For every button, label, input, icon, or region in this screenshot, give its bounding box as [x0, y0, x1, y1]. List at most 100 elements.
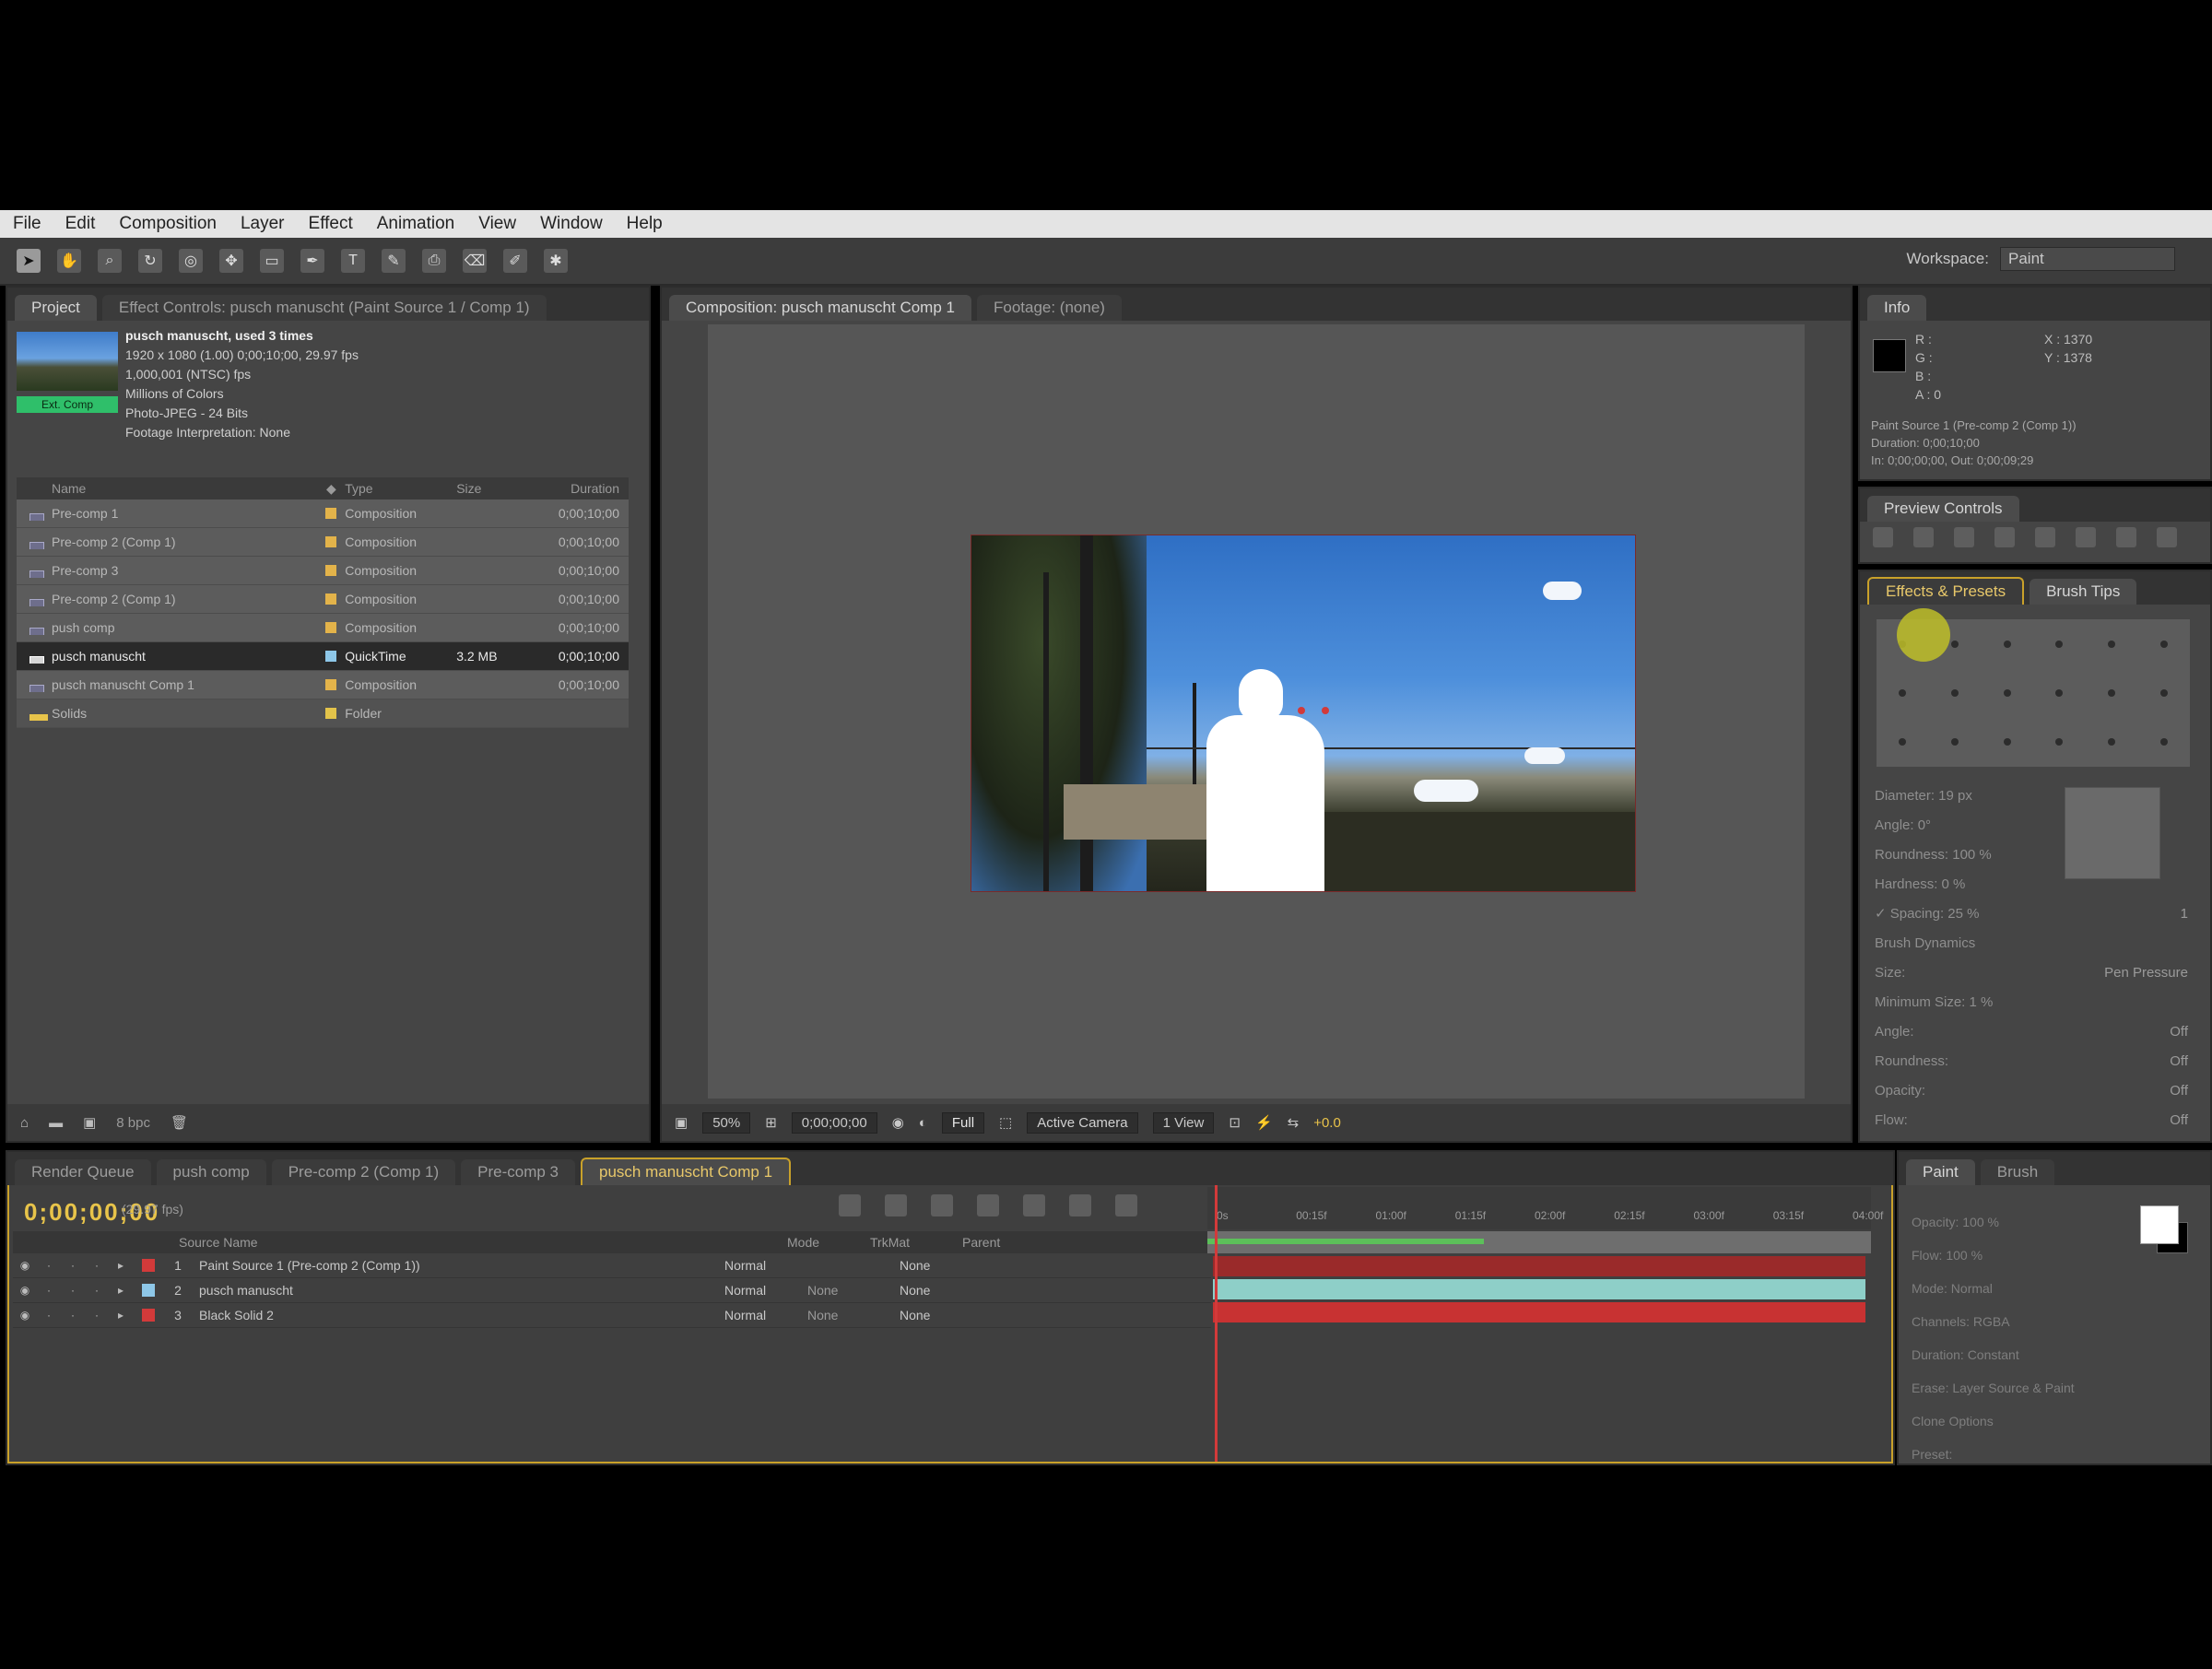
- tab-info[interactable]: Info: [1867, 295, 1927, 321]
- layer-mode[interactable]: Normal: [724, 1283, 807, 1298]
- col-label[interactable]: ◆: [317, 481, 345, 497]
- pan-behind-tool-icon[interactable]: ✥: [219, 249, 243, 273]
- tab-preview[interactable]: Preview Controls: [1867, 496, 2019, 522]
- solo-toggle-icon[interactable]: ·: [61, 1309, 85, 1322]
- view-layout-dropdown[interactable]: 1 View: [1152, 1111, 1215, 1134]
- shy-layers-icon[interactable]: [931, 1194, 953, 1216]
- brush-tip[interactable]: [1981, 718, 2033, 767]
- rectangle-tool-icon[interactable]: ▭: [260, 249, 284, 273]
- paint-property[interactable]: Mode: Normal: [1912, 1272, 2075, 1305]
- label-color[interactable]: [317, 708, 345, 719]
- brush-property[interactable]: Minimum Size: 1 %: [1875, 988, 2188, 1017]
- tab-effects-presets[interactable]: Effects & Presets: [1867, 577, 2025, 605]
- project-item-row[interactable]: pusch manuscht QuickTime 3.2 MB 0;00;10;00: [17, 642, 629, 671]
- loop-icon[interactable]: [2116, 527, 2136, 547]
- camera-tool-icon[interactable]: ◎: [179, 249, 203, 273]
- exposure-value[interactable]: +0.0: [1313, 1115, 1341, 1131]
- brush-property[interactable]: Roundness: 100 %: [1875, 840, 2188, 870]
- anchor-point[interactable]: [1298, 707, 1305, 714]
- layer-name[interactable]: pusch manuscht: [192, 1283, 531, 1298]
- brush-tip[interactable]: [1877, 718, 1929, 767]
- play-icon[interactable]: [1954, 527, 1974, 547]
- paint-property[interactable]: Channels: RGBA: [1912, 1305, 2075, 1338]
- current-time-indicator[interactable]: [1215, 1185, 1218, 1462]
- menu-animation[interactable]: Animation: [377, 214, 455, 234]
- brush-property[interactable]: Angle: 0°: [1875, 811, 2188, 840]
- col-mode[interactable]: Mode: [787, 1235, 870, 1250]
- label-color[interactable]: [317, 565, 345, 576]
- timeline-layer[interactable]: ◉ · · · ▸ 1 Paint Source 1 (Pre-comp 2 (Comp 1…: [13, 1253, 1211, 1278]
- rotate-tool-icon[interactable]: ↻: [138, 249, 162, 273]
- tab-brush-tips[interactable]: Brush Tips: [2030, 579, 2137, 605]
- tab-timeline[interactable]: Render Queue: [15, 1159, 151, 1185]
- brush-tip[interactable]: [1981, 668, 2033, 717]
- new-composition-icon[interactable]: ▣: [83, 1114, 96, 1131]
- composition-viewer[interactable]: [708, 324, 1805, 1099]
- tab-brush[interactable]: Brush: [1980, 1159, 2055, 1185]
- magnification-dropdown[interactable]: 50%: [702, 1111, 751, 1134]
- brush-tip[interactable]: [2137, 619, 2190, 668]
- paint-property[interactable]: Flow: 100 %: [1912, 1239, 2075, 1272]
- layer-name[interactable]: Paint Source 1 (Pre-comp 2 (Comp 1)): [192, 1258, 531, 1273]
- tab-timeline[interactable]: Pre-comp 2 (Comp 1): [271, 1159, 456, 1185]
- layer-parent[interactable]: None: [900, 1258, 1019, 1273]
- layer-parent[interactable]: None: [900, 1283, 1019, 1298]
- visibility-eye-icon[interactable]: ◉: [13, 1309, 37, 1322]
- tab-effect-controls[interactable]: Effect Controls: pusch manuscht (Paint S…: [101, 295, 547, 321]
- menu-layer[interactable]: Layer: [241, 214, 285, 234]
- menu-edit[interactable]: Edit: [65, 214, 96, 234]
- layer-duration-bar[interactable]: [1213, 1302, 1865, 1322]
- layer-trkmat[interactable]: None: [807, 1308, 900, 1322]
- brush-property[interactable]: Angle: Off: [1875, 1017, 2188, 1047]
- tab-paint[interactable]: Paint: [1906, 1159, 1975, 1185]
- roto-brush-tool-icon[interactable]: ✐: [503, 249, 527, 273]
- toggle-pixel-aspect-icon[interactable]: ⊡: [1229, 1114, 1241, 1131]
- lock-toggle-icon[interactable]: ·: [85, 1259, 109, 1272]
- col-type[interactable]: Type: [345, 481, 456, 496]
- menu-composition[interactable]: Composition: [119, 214, 217, 234]
- timeline-layer[interactable]: ◉ · · · ▸ 2 pusch manuscht Normal None None: [13, 1278, 1211, 1303]
- brush-tip[interactable]: [1929, 668, 1982, 717]
- tab-project[interactable]: Project: [15, 295, 97, 321]
- frame-blending-icon[interactable]: [977, 1194, 999, 1216]
- brush-property[interactable]: Opacity: Off: [1875, 1076, 2188, 1106]
- new-folder-icon[interactable]: ▬: [49, 1115, 63, 1131]
- layer-trkmat[interactable]: None: [807, 1283, 900, 1298]
- audio-icon[interactable]: [2076, 527, 2096, 547]
- label-color[interactable]: [317, 622, 345, 633]
- brainstorm-icon[interactable]: [1069, 1194, 1091, 1216]
- audio-toggle-icon[interactable]: ·: [37, 1259, 61, 1272]
- layer-name[interactable]: Black Solid 2: [192, 1308, 531, 1322]
- graph-editor-icon[interactable]: [1115, 1194, 1137, 1216]
- brush-property[interactable]: Flow: Off: [1875, 1106, 2188, 1135]
- tab-composition[interactable]: Composition: pusch manuscht Comp 1: [669, 295, 971, 321]
- audio-toggle-icon[interactable]: ·: [37, 1309, 61, 1322]
- project-item-row[interactable]: Pre-comp 2 (Comp 1) Composition 0;00;10;00: [17, 585, 629, 614]
- brush-property[interactable]: ✓ Spacing: 25 % 1: [1875, 899, 2188, 929]
- brush-property[interactable]: Hardness: 0 %: [1875, 870, 2188, 899]
- project-item-row[interactable]: push comp Composition 0;00;10;00: [17, 614, 629, 642]
- brush-tip[interactable]: [1877, 668, 1929, 717]
- trash-icon[interactable]: 🗑: [171, 1114, 188, 1131]
- title-safe-icon[interactable]: ⊞: [765, 1114, 777, 1131]
- menu-help[interactable]: Help: [627, 214, 663, 234]
- solo-toggle-icon[interactable]: ·: [61, 1259, 85, 1272]
- paint-property[interactable]: Preset:: [1912, 1438, 2075, 1471]
- interpret-footage-icon[interactable]: ⌂: [20, 1115, 29, 1131]
- always-preview-icon[interactable]: ▣: [675, 1114, 688, 1131]
- label-color[interactable]: [317, 594, 345, 605]
- project-item-row[interactable]: pusch manuscht Comp 1 Composition 0;00;10;…: [17, 671, 629, 699]
- layer-label-color[interactable]: [142, 1309, 155, 1322]
- selection-tool-icon[interactable]: ➤: [17, 249, 41, 273]
- text-tool-icon[interactable]: T: [341, 249, 365, 273]
- paint-property[interactable]: Erase: Layer Source & Paint: [1912, 1371, 2075, 1405]
- layer-label-color[interactable]: [142, 1259, 155, 1272]
- region-of-interest-icon[interactable]: ⬚: [999, 1114, 1012, 1131]
- tab-timeline[interactable]: push comp: [156, 1159, 266, 1185]
- tab-footage[interactable]: Footage: (none): [976, 295, 1122, 321]
- draft-3d-icon[interactable]: [885, 1194, 907, 1216]
- property-value[interactable]: 1: [2181, 899, 2188, 929]
- paint-property[interactable]: Opacity: 100 %: [1912, 1205, 2075, 1239]
- col-source-name[interactable]: Source Name: [179, 1235, 511, 1250]
- composition-frame[interactable]: [971, 535, 1636, 892]
